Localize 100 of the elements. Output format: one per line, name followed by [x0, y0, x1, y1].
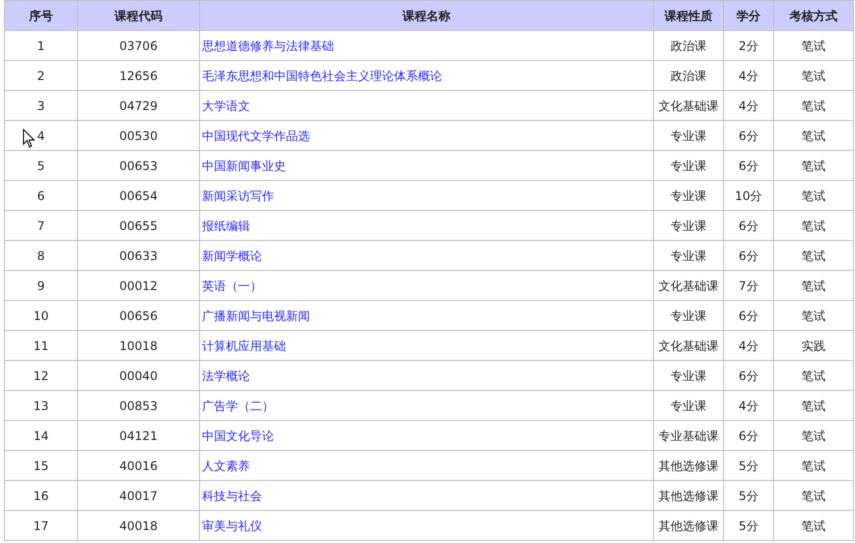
table-cell: 11: [4, 330, 78, 360]
table-cell: 2分: [724, 30, 774, 60]
table-cell: 8: [4, 240, 78, 270]
table-cell: 04121: [78, 420, 200, 450]
mouse-pointer-icon: [23, 129, 35, 148]
table-cell: 笔试: [774, 60, 854, 90]
table-cell: 专业课: [654, 180, 724, 210]
table-cell: 笔试: [774, 90, 854, 120]
course-link[interactable]: 英语（一）: [202, 278, 262, 292]
table-cell: 9: [4, 270, 78, 300]
course-link[interactable]: 思想道德修养与法律基础: [202, 38, 334, 52]
table-cell: 6分: [724, 210, 774, 240]
column-header: 课程名称: [200, 0, 654, 30]
column-header: 考核方式: [774, 0, 854, 30]
course-link[interactable]: 新闻学概论: [202, 248, 262, 262]
course-link[interactable]: 报纸编辑: [202, 218, 250, 232]
table-cell: 10: [4, 300, 78, 330]
table-cell: 5分: [724, 510, 774, 540]
course-link[interactable]: 新闻采访写作: [202, 188, 274, 202]
table-cell: 6分: [724, 420, 774, 450]
table-cell: 04729: [78, 90, 200, 120]
table-cell: 其他选修课: [654, 450, 724, 480]
table-cell: 5: [4, 150, 78, 180]
table-cell: 笔试: [774, 360, 854, 390]
table-cell: 4分: [724, 330, 774, 360]
table-cell: 7: [4, 210, 78, 240]
table-cell: 40017: [78, 480, 200, 510]
table-cell: 笔试: [774, 120, 854, 150]
column-header: 课程性质: [654, 0, 724, 30]
table-cell: 专业课: [654, 300, 724, 330]
table-cell: 文化基础课: [654, 330, 724, 360]
table-cell: 专业课: [654, 360, 724, 390]
table-cell: 10018: [78, 330, 200, 360]
table-cell: 1: [4, 30, 78, 60]
course-link[interactable]: 科技与社会: [202, 488, 262, 502]
table-cell: 文化基础课: [654, 90, 724, 120]
table-cell: 专业课: [654, 390, 724, 420]
table-cell: 17: [4, 510, 78, 540]
table-cell: 笔试: [774, 210, 854, 240]
column-header: 课程代码: [78, 0, 200, 30]
column-header: 学分: [724, 0, 774, 30]
table-cell: 00656: [78, 300, 200, 330]
table-cell: 笔试: [774, 420, 854, 450]
course-link[interactable]: 中国文化导论: [202, 428, 274, 442]
table-cell: 笔试: [774, 270, 854, 300]
table-cell: 00012: [78, 270, 200, 300]
table-cell: 5分: [724, 480, 774, 510]
table-cell: 12656: [78, 60, 200, 90]
table-cell: 政治课: [654, 60, 724, 90]
table-cell: 00653: [78, 150, 200, 180]
table-cell: 6分: [724, 120, 774, 150]
course-link[interactable]: 计算机应用基础: [202, 338, 286, 352]
course-link[interactable]: 审美与礼仪: [202, 518, 262, 532]
table-cell: 16: [4, 480, 78, 510]
table-cell: 4分: [724, 90, 774, 120]
table-cell: 笔试: [774, 30, 854, 60]
table-cell: 00853: [78, 390, 200, 420]
table-cell: 15: [4, 450, 78, 480]
course-link[interactable]: 中国新闻事业史: [202, 158, 286, 172]
table-cell: 专业课: [654, 150, 724, 180]
table-cell: 专业课: [654, 210, 724, 240]
table-cell: 4分: [724, 60, 774, 90]
table-cell: 笔试: [774, 390, 854, 420]
table-cell: 笔试: [774, 240, 854, 270]
table-cell: 40016: [78, 450, 200, 480]
table-cell: 笔试: [774, 300, 854, 330]
course-link[interactable]: 广告学（二）: [202, 398, 274, 412]
table-cell: 笔试: [774, 180, 854, 210]
table-cell: 5分: [724, 450, 774, 480]
course-link[interactable]: 广播新闻与电视新闻: [202, 308, 310, 322]
table-cell: 13: [4, 390, 78, 420]
table-cell: 专业课: [654, 120, 724, 150]
table-cell: 6分: [724, 240, 774, 270]
table-cell: 笔试: [774, 480, 854, 510]
table-cell: 3: [4, 90, 78, 120]
table-cell: 其他选修课: [654, 480, 724, 510]
table-cell: 实践: [774, 330, 854, 360]
table-cell: 6分: [724, 360, 774, 390]
table-cell: 4分: [724, 390, 774, 420]
course-link[interactable]: 大学语文: [202, 98, 250, 112]
table-cell: 03706: [78, 30, 200, 60]
table-cell: 6分: [724, 150, 774, 180]
table-cell: 文化基础课: [654, 270, 724, 300]
table-cell: 14: [4, 420, 78, 450]
table-cell: 00633: [78, 240, 200, 270]
course-link[interactable]: 人文素养: [202, 458, 250, 472]
table-cell: 7分: [724, 270, 774, 300]
table-cell: 00655: [78, 210, 200, 240]
table-cell: 00654: [78, 180, 200, 210]
table-cell: 专业基础课: [654, 420, 724, 450]
table-cell: 专业课: [654, 240, 724, 270]
course-link[interactable]: 中国现代文学作品选: [202, 128, 310, 142]
table-cell: 笔试: [774, 450, 854, 480]
course-link[interactable]: 法学概论: [202, 368, 250, 382]
table-cell: 政治课: [654, 30, 724, 60]
table-cell: 其他选修课: [654, 510, 724, 540]
table-cell: 00530: [78, 120, 200, 150]
table-cell: 10分: [724, 180, 774, 210]
table-cell: 40018: [78, 510, 200, 540]
table-cell: 6: [4, 180, 78, 210]
